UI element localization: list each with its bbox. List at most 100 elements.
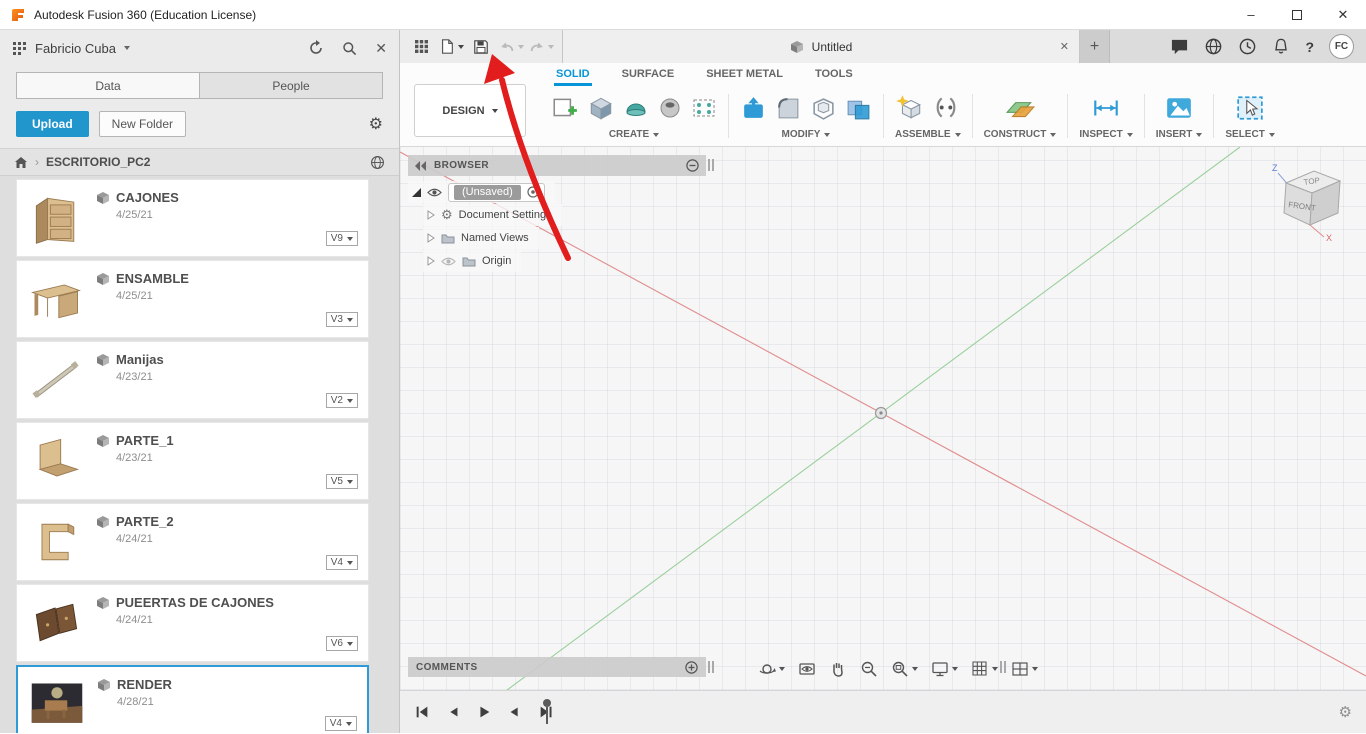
new-component-icon[interactable] [895, 94, 924, 122]
browser-node-named-views[interactable]: Named Views [423, 227, 539, 249]
job-status-clock-icon[interactable] [1238, 37, 1257, 56]
list-item[interactable]: ENSAMBLE 4/25/21 V3 [16, 260, 369, 338]
account-avatar[interactable]: FC [1329, 34, 1354, 59]
version-dropdown[interactable]: V9 [325, 231, 358, 246]
modify-group-label[interactable]: MODIFY [782, 127, 831, 144]
expander-collapsed-icon[interactable] [427, 210, 435, 220]
timeline-marker[interactable] [541, 698, 553, 729]
upload-button[interactable]: Upload [16, 110, 89, 137]
list-item[interactable]: PARTE_1 4/23/21 V5 [16, 422, 369, 500]
expander-expanded-icon[interactable] [412, 187, 421, 197]
timeline-settings-gear-icon[interactable]: ⚙ [1339, 703, 1352, 721]
version-dropdown[interactable]: V4 [324, 716, 357, 731]
fit-button[interactable] [891, 660, 918, 678]
go-to-start-icon[interactable] [414, 704, 430, 720]
comments-bubble-icon[interactable] [1170, 38, 1189, 56]
tab-sheet-metal[interactable]: SHEET METAL [704, 68, 785, 86]
app-grid-button[interactable] [408, 33, 434, 60]
home-icon[interactable] [14, 156, 28, 169]
list-item[interactable]: CAJONES 4/25/21 V9 [16, 179, 369, 257]
visibility-eye-icon[interactable] [427, 187, 442, 198]
step-forward-icon[interactable] [507, 704, 523, 720]
version-dropdown[interactable]: V6 [325, 636, 358, 651]
tab-surface[interactable]: SURFACE [620, 68, 677, 86]
assemble-group-label[interactable]: ASSEMBLE [895, 127, 961, 144]
browser-root-row[interactable]: (Unsaved) [408, 181, 555, 203]
browser-node-document-settings[interactable]: ⚙ Document Settings [423, 204, 562, 226]
help-icon[interactable]: ? [1305, 39, 1314, 55]
create-sketch-icon[interactable] [551, 94, 579, 122]
refresh-icon[interactable] [308, 40, 324, 56]
step-back-icon[interactable] [445, 704, 461, 720]
revolve-icon[interactable] [623, 95, 649, 121]
display-settings-button[interactable] [931, 660, 958, 678]
workspace-selector[interactable]: DESIGN [414, 84, 526, 137]
notifications-bell-icon[interactable] [1272, 37, 1290, 56]
version-dropdown[interactable]: V5 [325, 474, 358, 489]
create-group-label[interactable]: CREATE [609, 127, 660, 144]
undo-button[interactable] [498, 33, 524, 60]
list-item[interactable]: PUEERTAS DE CAJONES 4/24/21 V6 [16, 584, 369, 662]
browser-panel-header[interactable]: BROWSER [408, 155, 706, 176]
activate-radio-icon[interactable] [527, 186, 539, 198]
list-item[interactable]: Manijas 4/23/21 V2 [16, 341, 369, 419]
construct-group-label[interactable]: CONSTRUCT [984, 127, 1057, 144]
measure-icon[interactable] [1091, 94, 1121, 122]
extrude-icon[interactable] [587, 94, 615, 122]
list-item[interactable]: PARTE_2 4/24/21 V4 [16, 503, 369, 581]
insert-image-icon[interactable] [1165, 95, 1193, 121]
pan-button[interactable] [829, 660, 847, 678]
select-icon[interactable] [1236, 95, 1264, 121]
collapse-chevrons-icon[interactable] [415, 160, 427, 171]
hole-icon[interactable] [657, 95, 683, 121]
zoom-button[interactable] [860, 660, 878, 678]
save-button[interactable] [468, 33, 494, 60]
breadcrumb-folder[interactable]: ESCRITORIO_PC2 [46, 155, 150, 169]
press-pull-icon[interactable] [740, 95, 767, 122]
select-group-label[interactable]: SELECT [1225, 127, 1275, 144]
redo-button[interactable] [528, 33, 554, 60]
globe-icon[interactable] [370, 155, 385, 170]
minimize-button[interactable]: – [1228, 0, 1274, 29]
browser-node-origin[interactable]: Origin [423, 250, 522, 272]
pattern-icon[interactable] [691, 95, 717, 121]
comments-panel-grip[interactable] [708, 661, 714, 673]
expander-collapsed-icon[interactable] [427, 233, 435, 243]
joint-icon[interactable] [932, 94, 960, 122]
tab-tools[interactable]: TOOLS [813, 68, 855, 86]
orbit-button[interactable] [758, 660, 785, 678]
search-icon[interactable] [342, 41, 357, 56]
construction-plane-icon[interactable] [1005, 94, 1035, 122]
tab-people[interactable]: People [199, 72, 383, 99]
expander-collapsed-icon[interactable] [427, 256, 435, 266]
browser-panel-grip[interactable] [708, 159, 714, 171]
tab-close-icon[interactable]: ✕ [1060, 40, 1069, 53]
inspect-group-label[interactable]: INSPECT [1079, 127, 1133, 144]
file-menu-button[interactable] [438, 33, 464, 60]
grid-snap-button[interactable] [971, 660, 998, 678]
tab-solid[interactable]: SOLID [554, 68, 592, 86]
fillet-icon[interactable] [775, 95, 802, 122]
data-panel-settings-gear-icon[interactable]: ⚙ [369, 114, 383, 134]
data-panel-close-icon[interactable]: ✕ [375, 40, 387, 57]
new-document-tab-button[interactable]: + [1080, 30, 1110, 63]
extensions-globe-icon[interactable] [1204, 37, 1223, 56]
viewports-button[interactable] [1011, 660, 1038, 678]
viewcube[interactable]: Z TOP FRONT X [1264, 157, 1350, 246]
shell-icon[interactable] [810, 95, 837, 122]
combine-icon[interactable] [845, 95, 872, 122]
navigation-bar-grip[interactable] [1000, 661, 1006, 673]
list-item[interactable]: RENDER 4/28/21 V4 [16, 665, 369, 733]
expand-plus-circle-icon[interactable] [685, 660, 698, 674]
new-folder-button[interactable]: New Folder [98, 110, 187, 137]
minimize-circle-icon[interactable] [686, 159, 699, 172]
tab-data[interactable]: Data [16, 72, 200, 99]
insert-group-label[interactable]: INSERT [1156, 127, 1203, 144]
visibility-eye-off-icon[interactable] [441, 256, 456, 267]
viewport-canvas[interactable]: BROWSER (Unsaved) ⚙ Document Settings Na… [400, 147, 1366, 690]
document-tab[interactable]: Untitled ✕ [562, 30, 1080, 63]
root-component[interactable]: (Unsaved) [448, 182, 545, 202]
look-at-button[interactable] [798, 660, 816, 678]
maximize-button[interactable] [1274, 0, 1320, 29]
version-dropdown[interactable]: V4 [325, 555, 358, 570]
